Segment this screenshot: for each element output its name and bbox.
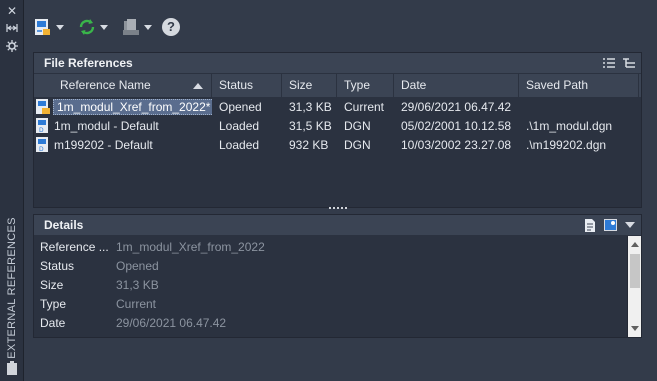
details-header[interactable]: Details [34, 215, 641, 235]
toolbar: ? [32, 14, 180, 40]
col-reference-name[interactable]: Reference Name [34, 74, 212, 97]
status-cell: Loaded [219, 118, 260, 133]
splitter-grip[interactable] [328, 205, 348, 211]
reference-name: 1m_modul - Default [54, 118, 159, 133]
saved-path-cell: .\1m_modul.dgn [526, 118, 613, 133]
detail-row: Date 29/06/2021 06.47.42 [34, 313, 641, 332]
table-row[interactable]: 1m_modul_Xref_from_2022* Opened 31,3 KB … [34, 97, 641, 116]
palette-title: EXTERNAL REFERENCES [6, 217, 18, 359]
svg-text:D: D [39, 127, 44, 134]
details-scrollbar[interactable] [627, 236, 641, 337]
detail-value: 1m_modul_Xref_from_2022 [116, 239, 265, 254]
help-button[interactable]: ? [162, 18, 180, 36]
tree-view-icon[interactable] [623, 57, 635, 69]
details-title: Details [44, 218, 84, 232]
type-cell: DGN [344, 118, 371, 133]
change-path-icon [123, 19, 139, 35]
detail-value: 29/06/2021 06.47.42 [116, 315, 227, 330]
date-cell: 10/03/2002 23.27.08 [401, 137, 512, 152]
details-panel: Details Reference ... 1m_modul_Xref_from… [33, 214, 642, 338]
status-cell: Opened [219, 99, 262, 114]
type-cell: DGN [344, 137, 371, 152]
dgn-file-icon: D [36, 117, 48, 134]
file-references-title: File References [44, 56, 133, 70]
saved-path-cell: .\m199202.dgn [526, 137, 607, 152]
detail-value: 31,3 KB [116, 277, 159, 292]
close-icon[interactable]: ✕ [5, 4, 19, 18]
detail-key: Reference ... [40, 239, 109, 254]
chevron-down-icon[interactable] [625, 222, 635, 228]
clipboard-icon [6, 361, 18, 375]
scroll-thumb[interactable] [630, 254, 640, 288]
reference-name: 1m_modul_Xref_from_2022* [53, 98, 212, 115]
col-status[interactable]: Status [212, 74, 282, 97]
detail-value: Current [116, 296, 157, 311]
svg-text:D: D [39, 146, 44, 153]
refresh-button[interactable] [76, 15, 110, 39]
xref-palette-main: ? File References Reference Name Status … [24, 0, 657, 381]
detail-value: Opened [116, 258, 159, 273]
status-cell: Loaded [219, 137, 260, 152]
detail-row: Reference ... 1m_modul_Xref_from_2022 [34, 237, 641, 256]
scroll-up-icon[interactable] [631, 242, 639, 247]
size-cell: 31,5 KB [289, 118, 332, 133]
col-type[interactable]: Type [337, 74, 394, 97]
detail-key: Status [40, 258, 75, 273]
properties-gear-icon[interactable] [5, 40, 19, 54]
attach-dwg-button[interactable] [32, 15, 66, 39]
date-cell: 29/06/2021 06.47.42 [401, 99, 512, 114]
col-size[interactable]: Size [282, 74, 337, 97]
sort-ascending-icon [193, 83, 203, 89]
col-date[interactable]: Date [394, 74, 519, 97]
column-header-row: Reference Name Status Size Type Date Sav… [34, 73, 641, 97]
file-references-header[interactable]: File References [34, 53, 641, 73]
type-cell: Current [344, 99, 385, 114]
detail-row: Size 31,3 KB [34, 275, 641, 294]
detail-key: Date [40, 315, 66, 330]
col-saved-path[interactable]: Saved Path [519, 74, 639, 97]
detail-row: Type Current [34, 294, 641, 313]
size-cell: 932 KB [289, 137, 329, 152]
list-view-icon[interactable] [603, 57, 615, 69]
size-cell: 31,3 KB [289, 99, 332, 114]
details-view-icon[interactable] [584, 218, 596, 232]
reference-name: m199202 - Default [54, 137, 153, 152]
table-row[interactable]: D 1m_modul - Default Loaded 31,5 KB DGN … [34, 116, 641, 135]
detail-key: Type [40, 296, 67, 311]
palette-side-strip: ✕ EXTERNAL REFERENCES [0, 0, 24, 381]
dwg-file-icon [36, 98, 50, 114]
preview-view-icon[interactable] [604, 219, 617, 231]
refresh-icon [79, 19, 95, 35]
scroll-down-icon[interactable] [631, 326, 639, 331]
file-references-panel: File References Reference Name Status Si… [33, 52, 642, 211]
auto-hide-icon[interactable] [5, 22, 19, 36]
date-cell: 05/02/2001 10.12.58 [401, 118, 512, 133]
detail-key: Size [40, 277, 64, 292]
change-path-button[interactable] [120, 15, 154, 39]
dgn-file-icon: D [36, 136, 48, 153]
attach-dwg-icon [35, 19, 50, 35]
detail-row: Status Opened [34, 256, 641, 275]
table-row[interactable]: D m199202 - Default Loaded 932 KB DGN 10… [34, 135, 641, 154]
